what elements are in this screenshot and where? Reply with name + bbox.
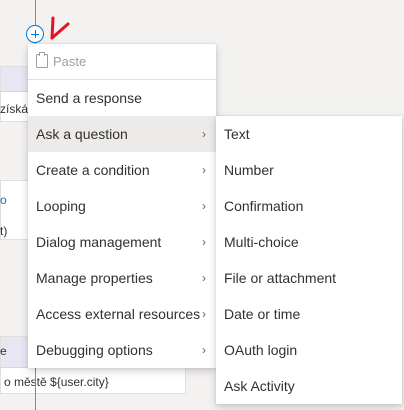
submenu-item-oauth-login-label: OAuth login [224, 342, 298, 358]
menu-item-access-external-resources-label: Access external resources [36, 306, 201, 322]
submenu-item-number[interactable]: Number [216, 152, 402, 188]
chevron-right-icon: › [202, 343, 206, 357]
menu-item-dialog-management[interactable]: Dialog management › [28, 224, 216, 260]
paste-icon [36, 52, 48, 68]
menu-item-paste: Paste [28, 44, 216, 80]
chevron-right-icon: › [202, 271, 206, 285]
menu-item-access-external-resources[interactable]: Access external resources › [28, 296, 216, 332]
menu-item-manage-properties-label: Manage properties [36, 270, 153, 286]
submenu-item-multi-choice[interactable]: Multi-choice [216, 224, 402, 260]
menu-item-manage-properties[interactable]: Manage properties › [28, 260, 216, 296]
chevron-right-icon: › [202, 199, 206, 213]
background-card-3-text-1: e [0, 344, 7, 358]
chevron-right-icon: › [202, 307, 206, 321]
menu-item-ask-question-label: Ask a question [36, 126, 128, 142]
menu-item-paste-label: Paste [53, 54, 87, 69]
submenu-item-oauth-login[interactable]: OAuth login [216, 332, 402, 368]
menu-item-create-condition[interactable]: Create a condition › [28, 152, 216, 188]
background-card-2-text-1: o [0, 193, 7, 207]
background-card-3-text-2: o městě ${user.city} [4, 375, 109, 389]
submenu-item-ask-activity-label: Ask Activity [224, 378, 295, 394]
menu-item-ask-question[interactable]: Ask a question › [28, 116, 216, 152]
menu-item-send-response-label: Send a response [36, 90, 142, 106]
submenu-item-text[interactable]: Text [216, 116, 402, 152]
menu-item-debugging-options-label: Debugging options [36, 342, 153, 358]
background-card-2-text-2: t) [0, 224, 8, 238]
submenu-item-file-or-attachment[interactable]: File or attachment [216, 260, 402, 296]
add-node-button[interactable] [26, 25, 44, 43]
menu-item-send-response[interactable]: Send a response [28, 80, 216, 116]
menu-item-dialog-management-label: Dialog management [36, 234, 162, 250]
annotation-arrow-add [50, 16, 70, 40]
submenu-item-text-label: Text [224, 126, 250, 142]
menu-item-looping[interactable]: Looping › [28, 188, 216, 224]
submenu-item-date-or-time[interactable]: Date or time [216, 296, 402, 332]
submenu-item-confirmation[interactable]: Confirmation [216, 188, 402, 224]
background-card-1-header [1, 67, 29, 92]
submenu-item-multi-choice-label: Multi-choice [224, 234, 299, 250]
menu-item-create-condition-label: Create a condition [36, 162, 150, 178]
submenu-item-ask-activity[interactable]: Ask Activity [216, 368, 402, 404]
submenu-item-file-or-attachment-label: File or attachment [224, 270, 337, 286]
ask-question-submenu: Text Number Confirmation Multi-choice Fi… [216, 116, 402, 404]
submenu-item-confirmation-label: Confirmation [224, 198, 304, 214]
chevron-right-icon: › [202, 163, 206, 177]
submenu-item-number-label: Number [224, 162, 274, 178]
chevron-right-icon: › [202, 127, 206, 141]
add-node-menu: Paste Send a response Ask a question › C… [28, 44, 216, 368]
menu-item-looping-label: Looping [36, 198, 86, 214]
menu-item-debugging-options[interactable]: Debugging options › [28, 332, 216, 368]
chevron-right-icon: › [202, 235, 206, 249]
submenu-item-date-or-time-label: Date or time [224, 306, 301, 322]
